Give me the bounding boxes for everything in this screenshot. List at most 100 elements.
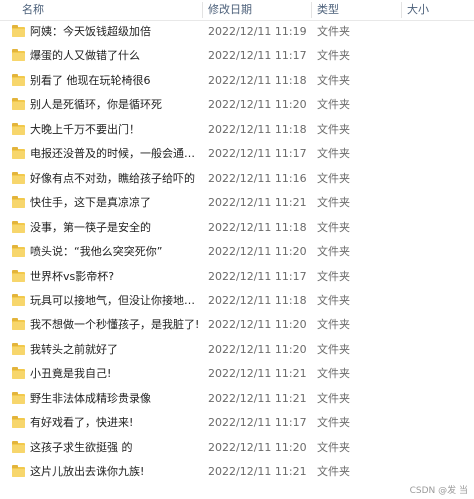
folder-icon [12, 171, 25, 184]
file-row[interactable]: 没事，第一筷子是安全的 2022/12/11 11:18 文件夹 [0, 218, 474, 238]
file-type: 文件夹 [317, 367, 350, 381]
file-modified-date: 2022/12/11 11:21 [208, 196, 307, 210]
folder-icon [12, 440, 25, 453]
file-modified-date: 2022/12/11 11:18 [208, 122, 307, 136]
file-type: 文件夹 [317, 196, 350, 210]
file-row[interactable]: 我不想做一个秒懂孩子，是我脏了! 2022/12/11 11:20 文件夹 [0, 315, 474, 335]
file-name[interactable]: 我转头之前就好了 [30, 340, 202, 360]
file-type: 文件夹 [317, 98, 350, 112]
file-row[interactable]: 我转头之前就好了 2022/12/11 11:20 文件夹 [0, 340, 474, 360]
file-modified-date: 2022/12/11 11:18 [208, 73, 307, 87]
file-modified-date: 2022/12/11 11:21 [208, 391, 307, 405]
file-name[interactable]: 快住手，这下是真凉凉了 [30, 193, 202, 213]
file-type: 文件夹 [317, 245, 350, 259]
folder-icon [12, 293, 25, 306]
folder-icon [12, 342, 25, 355]
folder-icon [12, 49, 25, 62]
folder-icon [12, 245, 25, 258]
file-row[interactable]: 有好戏看了，快进来! 2022/12/11 11:17 文件夹 [0, 413, 474, 433]
file-type: 文件夹 [317, 220, 350, 234]
file-row[interactable]: 别人是死循环，你是循环死 2022/12/11 11:20 文件夹 [0, 95, 474, 115]
file-name[interactable]: 这孩子求生欲挺强 的 [30, 438, 202, 458]
file-modified-date: 2022/12/11 11:17 [208, 49, 307, 63]
column-header-type[interactable]: 类型 [317, 0, 339, 20]
file-name[interactable]: 有好戏看了，快进来! [30, 413, 202, 433]
file-name[interactable]: 大晚上千万不要出门！ [30, 120, 202, 140]
file-row[interactable]: 这孩子求生欲挺强 的 2022/12/11 11:20 文件夹 [0, 438, 474, 458]
folder-icon [12, 122, 25, 135]
file-row[interactable]: 野生非法体成精珍贵录像 2022/12/11 11:21 文件夹 [0, 389, 474, 409]
file-modified-date: 2022/12/11 11:20 [208, 318, 307, 332]
file-row[interactable]: 爆蛋的人又做错了什么 2022/12/11 11:17 文件夹 [0, 46, 474, 66]
file-row[interactable]: 喷头说：“我他么突突死你” 2022/12/11 11:20 文件夹 [0, 242, 474, 262]
file-type: 文件夹 [317, 416, 350, 430]
column-divider[interactable] [311, 2, 312, 18]
file-name[interactable]: 野生非法体成精珍贵录像 [30, 389, 202, 409]
file-type: 文件夹 [317, 440, 350, 454]
column-header: 名称 修改日期 类型 大小 [0, 0, 474, 21]
file-row[interactable]: 玩具可以接地气，但没让你接地府啊 2022/12/11 11:18 文件夹 [0, 291, 474, 311]
file-name[interactable]: 喷头说：“我他么突突死你” [30, 242, 202, 262]
file-name[interactable]: 这片儿放出去诛你九族! [30, 462, 202, 482]
file-type: 文件夹 [317, 147, 350, 161]
file-type: 文件夹 [317, 269, 350, 283]
file-row[interactable]: 好像有点不对劲，瞧给孩子给吓的 2022/12/11 11:16 文件夹 [0, 169, 474, 189]
file-type: 文件夹 [317, 391, 350, 405]
folder-icon [12, 73, 25, 86]
file-modified-date: 2022/12/11 11:17 [208, 147, 307, 161]
file-type: 文件夹 [317, 465, 350, 479]
file-name[interactable]: 玩具可以接地气，但没让你接地府啊 [30, 291, 202, 311]
file-row[interactable]: 大晚上千万不要出门！ 2022/12/11 11:18 文件夹 [0, 120, 474, 140]
file-row[interactable]: 这片儿放出去诛你九族! 2022/12/11 11:21 文件夹 [0, 462, 474, 482]
column-header-modified[interactable]: 修改日期 [208, 0, 252, 20]
file-type: 文件夹 [317, 49, 350, 63]
file-modified-date: 2022/12/11 11:20 [208, 98, 307, 112]
folder-icon [12, 318, 25, 331]
file-modified-date: 2022/12/11 11:20 [208, 342, 307, 356]
file-name[interactable]: 我不想做一个秒懂孩子，是我脏了! [30, 315, 202, 335]
file-row[interactable]: 世界杯vs影帝杯? 2022/12/11 11:17 文件夹 [0, 267, 474, 287]
file-modified-date: 2022/12/11 11:16 [208, 171, 307, 185]
file-modified-date: 2022/12/11 11:20 [208, 440, 307, 454]
file-type: 文件夹 [317, 25, 350, 38]
folder-icon [12, 367, 25, 380]
column-divider[interactable] [202, 2, 203, 18]
file-name[interactable]: 电报还没普及的时候，一般会通过训练黑… [30, 144, 202, 164]
folder-icon [12, 147, 25, 160]
column-header-size[interactable]: 大小 [407, 0, 429, 20]
file-type: 文件夹 [317, 73, 350, 87]
file-type: 文件夹 [317, 342, 350, 356]
folder-icon [12, 98, 25, 111]
folder-icon [12, 220, 25, 233]
file-modified-date: 2022/12/11 11:17 [208, 269, 307, 283]
file-name[interactable]: 好像有点不对劲，瞧给孩子给吓的 [30, 169, 202, 189]
folder-icon [12, 391, 25, 404]
folder-icon [12, 196, 25, 209]
column-divider[interactable] [401, 2, 402, 18]
column-header-name[interactable]: 名称 [22, 0, 44, 20]
watermark: CSDN @发 当 [409, 486, 468, 496]
file-modified-date: 2022/12/11 11:21 [208, 367, 307, 381]
folder-icon [12, 416, 25, 429]
file-modified-date: 2022/12/11 11:17 [208, 416, 307, 430]
folder-icon [12, 269, 25, 282]
file-type: 文件夹 [317, 293, 350, 307]
file-name[interactable]: 别人是死循环，你是循环死 [30, 95, 202, 115]
file-row[interactable]: 小丑竟是我自己! 2022/12/11 11:21 文件夹 [0, 364, 474, 384]
file-row[interactable]: 阿姨：今天饭钱超级加倍 2022/12/11 11:19 文件夹 [0, 22, 474, 42]
file-name[interactable]: 阿姨：今天饭钱超级加倍 [30, 22, 202, 42]
file-modified-date: 2022/12/11 11:18 [208, 220, 307, 234]
file-type: 文件夹 [317, 318, 350, 332]
file-name[interactable]: 小丑竟是我自己! [30, 364, 202, 384]
file-type: 文件夹 [317, 122, 350, 136]
file-row[interactable]: 别看了 他现在玩轮椅很6 2022/12/11 11:18 文件夹 [0, 71, 474, 91]
folder-icon [12, 25, 25, 37]
file-type: 文件夹 [317, 171, 350, 185]
file-name[interactable]: 世界杯vs影帝杯? [30, 267, 202, 287]
file-name[interactable]: 别看了 他现在玩轮椅很6 [30, 71, 202, 91]
folder-icon [12, 465, 25, 478]
file-name[interactable]: 爆蛋的人又做错了什么 [30, 46, 202, 66]
file-row[interactable]: 电报还没普及的时候，一般会通过训练黑… 2022/12/11 11:17 文件夹 [0, 144, 474, 164]
file-name[interactable]: 没事，第一筷子是安全的 [30, 218, 202, 238]
file-row[interactable]: 快住手，这下是真凉凉了 2022/12/11 11:21 文件夹 [0, 193, 474, 213]
